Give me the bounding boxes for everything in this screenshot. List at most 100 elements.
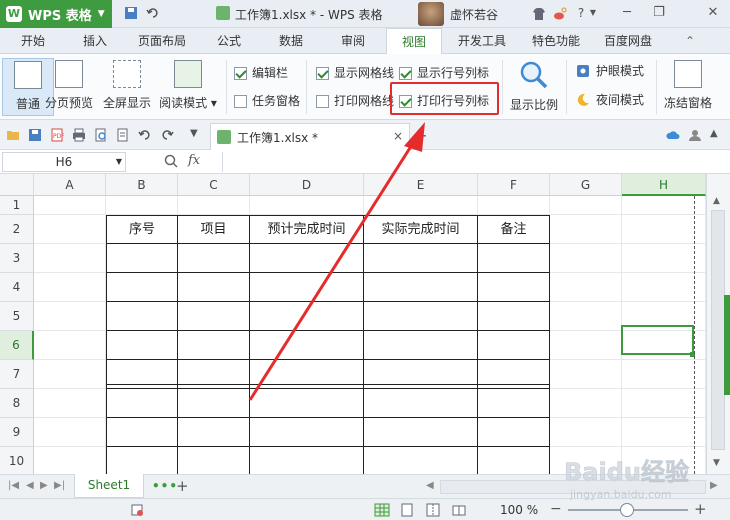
grid-cell[interactable] [550,389,622,418]
row-header[interactable]: 7 [0,360,34,389]
table-cell[interactable] [106,273,178,302]
grid-cell[interactable] [550,331,622,360]
minimize-button[interactable]: ─ [618,4,636,22]
first-sheet-icon[interactable]: |◀ [8,480,19,491]
table-cell[interactable] [178,360,250,389]
app-menu-button[interactable]: W WPS 表格 ▼ [0,0,112,28]
grid-cell[interactable] [106,196,178,215]
save-icon[interactable] [124,6,138,20]
row-header[interactable]: 10 [0,447,34,474]
toolbar-dropdown-icon[interactable]: ▼ [190,128,204,142]
grid-cell[interactable] [550,418,622,447]
tab-view[interactable]: 视图 [386,28,442,55]
table-cell[interactable] [478,418,550,447]
eye-protection-button[interactable]: 护眼模式 [576,63,644,79]
grid-cell[interactable] [364,196,478,215]
show-row-col-headers-checkbox[interactable]: 显示行号列标 [399,65,489,81]
last-sheet-icon[interactable]: ▶| [54,480,65,491]
column-header[interactable]: G [550,174,622,196]
table-cell[interactable] [250,418,364,447]
grid-cell[interactable] [550,196,622,215]
table-cell[interactable] [250,331,364,360]
table-cell[interactable] [364,331,478,360]
macro-icon[interactable] [130,503,144,517]
zoom-button[interactable]: 显示比例 [506,58,562,116]
table-cell[interactable] [364,389,478,418]
table-cell[interactable] [106,389,178,418]
grid-cell[interactable] [550,302,622,331]
table-cell[interactable] [250,273,364,302]
table-cell[interactable] [478,302,550,331]
grid-cell[interactable] [550,244,622,273]
table-cell[interactable] [250,447,364,474]
table-cell[interactable] [364,447,478,474]
close-tab-button[interactable]: × [393,129,403,143]
table-cell[interactable] [178,273,250,302]
print-preview-icon[interactable] [94,128,108,142]
table-cell[interactable] [478,244,550,273]
row-header[interactable]: 5 [0,302,34,331]
open-folder-icon[interactable] [6,128,20,142]
edit-bar-check[interactable] [234,66,247,80]
reading-mode-button[interactable]: 阅读模式 ▾ [158,58,218,116]
table-cell[interactable] [364,360,478,389]
table-cell[interactable] [250,302,364,331]
prev-sheet-icon[interactable]: ◀ [26,480,34,491]
table-cell[interactable] [478,360,550,389]
close-window-button[interactable]: ✕ [704,4,722,22]
column-header[interactable]: D [250,174,364,196]
redo-icon[interactable] [160,128,174,142]
column-header[interactable]: B [106,174,178,196]
zoom-level[interactable]: 100 % [500,503,538,517]
sheet-tab[interactable]: Sheet1 [74,474,144,498]
table-cell[interactable] [364,418,478,447]
name-box[interactable]: H6 ▼ [2,152,126,172]
grid-cell[interactable] [550,215,622,244]
undo-icon[interactable] [146,6,160,20]
tab-special-features[interactable]: 特色功能 [524,28,588,54]
spreadsheet-grid[interactable]: A B C D E F G H 1 2 3 4 5 6 7 8 9 10 序号 … [0,174,706,474]
table-cell[interactable] [250,244,364,273]
grid-cell[interactable] [34,215,106,244]
table-cell[interactable] [106,360,178,389]
table-cell[interactable] [478,447,550,474]
insert-function-button[interactable]: fx [188,153,200,168]
select-all-corner[interactable] [0,174,34,196]
grid-cell[interactable] [478,196,550,215]
weibo-icon[interactable] [553,7,567,21]
freeze-panes-button[interactable]: 冻结窗格 [660,58,716,116]
grid-cell[interactable] [550,273,622,302]
help-dropdown-icon[interactable]: ▼ [584,4,602,22]
new-tab-button[interactable]: + [414,126,427,145]
shirt-icon[interactable] [532,7,546,21]
user-icon[interactable] [688,128,702,142]
save-icon[interactable] [28,128,42,142]
column-header[interactable]: F [478,174,550,196]
table-cell[interactable] [178,302,250,331]
table-header-cell[interactable]: 项目 [178,215,250,244]
table-cell[interactable] [364,244,478,273]
print-gridlines-check[interactable] [316,94,329,108]
search-doc-icon[interactable] [116,128,130,142]
task-pane-checkbox[interactable]: 任务窗格 [234,93,300,109]
next-sheet-icon[interactable]: ▶ [40,480,48,491]
table-cell[interactable] [106,418,178,447]
row-header-selected[interactable]: 6 [0,331,34,360]
tab-data[interactable]: 数据 [266,28,316,54]
scroll-left-icon[interactable]: ◀ [426,480,434,491]
table-header-cell[interactable]: 实际完成时间 [364,215,478,244]
tab-review[interactable]: 审阅 [328,28,378,54]
table-cell[interactable] [178,418,250,447]
restore-button[interactable]: ❐ [650,4,668,22]
row-header[interactable]: 8 [0,389,34,418]
table-header-cell[interactable]: 备注 [478,215,550,244]
tab-developer[interactable]: 开发工具 [450,28,514,54]
row-header[interactable]: 3 [0,244,34,273]
export-pdf-icon[interactable]: PDF [50,128,64,142]
grid-cell[interactable] [550,360,622,389]
row-header[interactable]: 9 [0,418,34,447]
table-cell[interactable] [178,244,250,273]
scroll-thumb[interactable] [711,210,725,450]
table-cell[interactable] [250,389,364,418]
grid-cell[interactable] [34,331,106,360]
